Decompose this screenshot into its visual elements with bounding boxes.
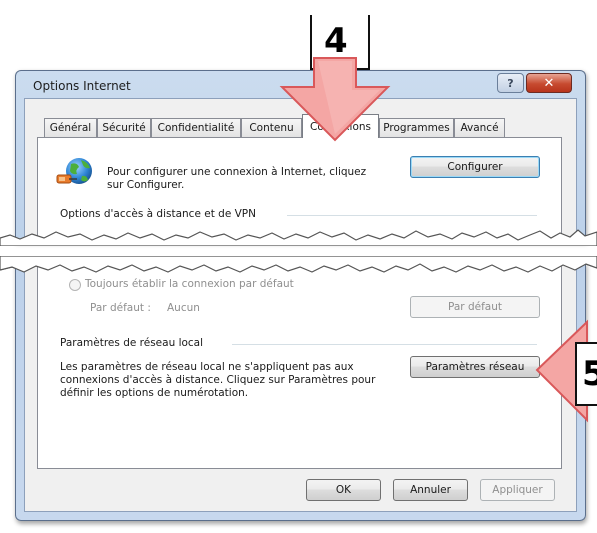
step-5-number: 5: [582, 354, 597, 394]
connection-setup-text-line2: sur Configurer.: [107, 179, 185, 191]
lan-description-line3: définir les options de numérotation.: [60, 387, 249, 399]
tab-security[interactable]: Sécurité: [97, 118, 151, 137]
ok-button[interactable]: OK: [306, 479, 381, 501]
lan-description-line1: Les paramètres de réseau local ne s'appl…: [60, 361, 354, 373]
tab-privacy[interactable]: Confidentialité: [151, 118, 241, 137]
globe-network-icon: [56, 158, 92, 184]
step-4-arrow: [279, 57, 391, 142]
tab-general[interactable]: Général: [44, 118, 97, 137]
lan-settings-button[interactable]: Paramètres réseau: [410, 356, 540, 378]
lan-group-label: Paramètres de réseau local: [60, 337, 204, 349]
lan-group-line: [232, 344, 537, 345]
always-dial-label: Toujours établir la connexion par défaut: [85, 278, 294, 290]
dialup-group-line: [287, 215, 537, 216]
connection-setup-text-line1: Pour configurer une connexion à Internet…: [107, 166, 367, 178]
always-dial-radio[interactable]: [69, 279, 81, 291]
default-connection-label: Par défaut :: [90, 302, 151, 314]
configure-button[interactable]: Configurer: [410, 156, 540, 178]
torn-edge-top: [0, 229, 597, 246]
dialup-group-label: Options d'accès à distance et de VPN: [60, 208, 256, 220]
set-default-button[interactable]: Par défaut: [410, 296, 540, 318]
step-5-callout: 5: [575, 342, 597, 406]
help-button[interactable]: ?: [497, 73, 524, 93]
window-title: Options Internet: [33, 79, 131, 93]
tab-advanced[interactable]: Avancé: [454, 118, 505, 137]
default-connection-value: Aucun: [167, 302, 200, 314]
torn-edge-bottom-overlay: [0, 256, 597, 273]
lan-description-line2: connexions d'accès à distance. Cliquez s…: [60, 374, 376, 386]
cancel-button[interactable]: Annuler: [393, 479, 468, 501]
apply-button[interactable]: Appliquer: [480, 479, 555, 501]
close-button[interactable]: ✕: [526, 73, 572, 93]
